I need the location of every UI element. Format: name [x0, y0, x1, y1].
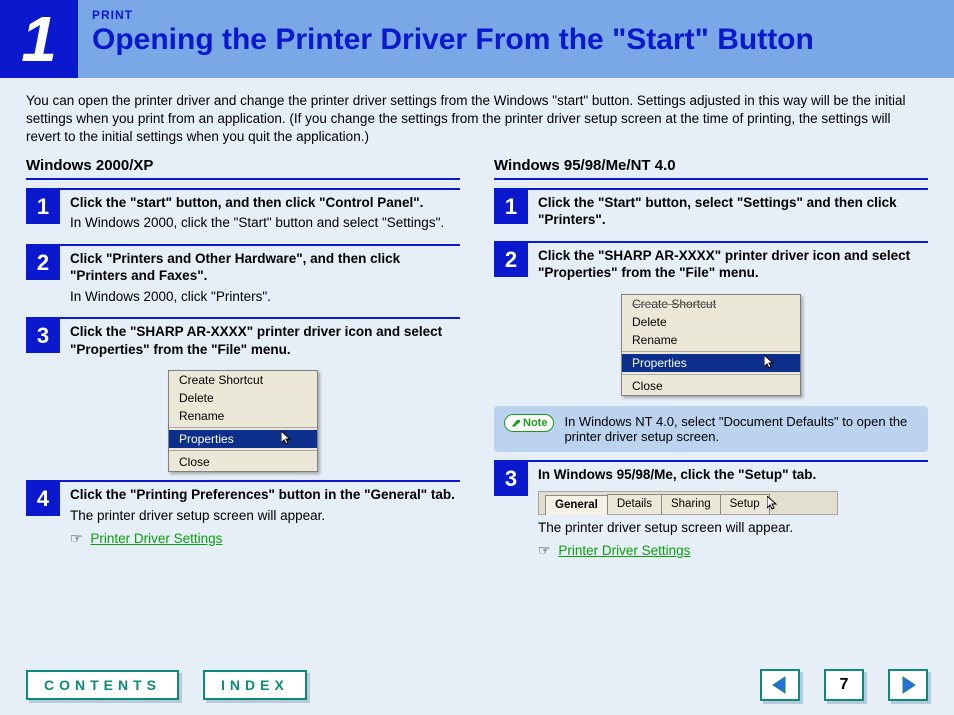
left-column-heading: Windows 2000/XP: [26, 157, 460, 180]
context-menu-separator: [169, 450, 317, 451]
prev-page-button[interactable]: [760, 669, 800, 701]
tab-strip: General Details Sharing Setup: [538, 491, 838, 515]
step-number: 1: [494, 190, 528, 224]
tab-strip-screenshot: General Details Sharing Setup: [538, 491, 838, 515]
step-subtext: The printer driver setup screen will app…: [70, 507, 455, 525]
context-menu-item-label: Properties: [632, 356, 687, 370]
tab-general: General: [545, 495, 608, 515]
context-menu-separator: [622, 351, 800, 352]
section-kicker: PRINT: [92, 8, 814, 22]
step-body: Click the "Printing Preferences" button …: [60, 482, 455, 551]
intro-paragraph: You can open the printer driver and chan…: [0, 78, 954, 153]
right-column: Windows 95/98/Me/NT 4.0 1 Click the "Sta…: [494, 157, 928, 568]
step-body: In Windows 95/98/Me, click the "Setup" t…: [528, 462, 838, 564]
cursor-icon: [764, 355, 776, 372]
chapter-number-box: 1: [0, 0, 78, 78]
step-block: 3 In Windows 95/98/Me, click the "Setup"…: [494, 460, 928, 564]
triangle-right-icon: [899, 676, 917, 694]
step-title: Click the "Start" button, select "Settin…: [538, 195, 897, 228]
columns: Windows 2000/XP 1 Click the "start" butt…: [0, 153, 954, 578]
step-block: 1 Click the "Start" button, select "Sett…: [494, 188, 928, 233]
step-body: Click the "SHARP AR-XXXX" printer driver…: [528, 243, 928, 286]
context-menu-item: Create Shortcut: [622, 295, 800, 313]
context-menu-item-selected: Properties: [622, 354, 800, 372]
printer-driver-settings-link[interactable]: Printer Driver Settings: [558, 543, 690, 558]
step-number: 4: [26, 482, 60, 516]
step-body: Click the "Start" button, select "Settin…: [528, 190, 928, 233]
context-menu-item: Rename: [622, 331, 800, 349]
context-menu-item: Close: [169, 453, 317, 471]
step-title: Click the "Printing Preferences" button …: [70, 487, 455, 502]
result-text: The printer driver setup screen will app…: [538, 519, 838, 537]
context-menu-item: Delete: [622, 313, 800, 331]
pointing-hand-icon: ☞: [538, 542, 551, 558]
step-block: 3 Click the "SHARP AR-XXXX" printer driv…: [26, 317, 460, 362]
step-title: Click the "start" button, and then click…: [70, 195, 423, 210]
step-body: Click "Printers and Other Hardware", and…: [60, 246, 460, 310]
page-title: Opening the Printer Driver From the "Sta…: [92, 24, 814, 56]
note-badge: Note: [504, 414, 554, 432]
chapter-number: 1: [21, 7, 57, 71]
context-menu-item: Create Shortcut: [169, 371, 317, 389]
index-button[interactable]: INDEX: [203, 670, 307, 700]
step-title: Click "Printers and Other Hardware", and…: [70, 251, 400, 284]
step-number: 3: [494, 462, 528, 496]
tab-setup: Setup: [720, 494, 770, 514]
context-menu-screenshot: Create Shortcut Delete Rename Properties…: [494, 294, 928, 396]
printer-driver-settings-link[interactable]: Printer Driver Settings: [90, 531, 222, 546]
note-text: In Windows NT 4.0, select "Document Defa…: [564, 414, 918, 444]
step-subtext: In Windows 2000, click "Printers".: [70, 288, 460, 306]
step-body: Click the "start" button, and then click…: [60, 190, 444, 236]
context-menu-screenshot: Create Shortcut Delete Rename Properties…: [26, 370, 460, 472]
context-menu-item-label: Properties: [179, 432, 234, 446]
step-title: Click the "SHARP AR-XXXX" printer driver…: [70, 324, 442, 357]
context-menu-separator: [169, 427, 317, 428]
step-block: 2 Click the "SHARP AR-XXXX" printer driv…: [494, 241, 928, 286]
next-page-button[interactable]: [888, 669, 928, 701]
context-menu: Create Shortcut Delete Rename Properties…: [621, 294, 801, 396]
step-subtext: In Windows 2000, click the "Start" butto…: [70, 214, 444, 232]
step-number: 2: [26, 246, 60, 280]
cursor-icon: [281, 431, 293, 448]
context-menu: Create Shortcut Delete Rename Properties…: [168, 370, 318, 472]
pointing-hand-icon: ☞: [70, 530, 83, 546]
left-column: Windows 2000/XP 1 Click the "start" butt…: [26, 157, 460, 568]
page-header: 1 PRINT Opening the Printer Driver From …: [0, 0, 954, 78]
tab-sharing: Sharing: [661, 494, 721, 514]
step-number: 3: [26, 319, 60, 353]
step-number: 2: [494, 243, 528, 277]
note-box: Note In Windows NT 4.0, select "Document…: [494, 406, 928, 452]
context-menu-item: Delete: [169, 389, 317, 407]
context-menu-item: Rename: [169, 407, 317, 425]
cursor-icon: [767, 496, 779, 515]
step-title: In Windows 95/98/Me, click the "Setup" t…: [538, 467, 816, 482]
context-menu-item: Close: [622, 377, 800, 395]
contents-button[interactable]: CONTENTS: [26, 670, 179, 700]
step-number: 1: [26, 190, 60, 224]
right-column-heading: Windows 95/98/Me/NT 4.0: [494, 157, 928, 180]
context-menu-separator: [622, 374, 800, 375]
step-body: Click the "SHARP AR-XXXX" printer driver…: [60, 319, 460, 362]
tab-details: Details: [607, 494, 662, 514]
triangle-left-icon: [771, 676, 789, 694]
step-block: 4 Click the "Printing Preferences" butto…: [26, 480, 460, 551]
header-text: PRINT Opening the Printer Driver From th…: [78, 0, 828, 78]
page-number: 7: [824, 669, 864, 701]
bottom-nav: CONTENTS INDEX 7: [0, 659, 954, 715]
context-menu-item-selected: Properties: [169, 430, 317, 448]
step-block: 1 Click the "start" button, and then cli…: [26, 188, 460, 236]
note-badge-label: Note: [523, 417, 547, 429]
step-block: 2 Click "Printers and Other Hardware", a…: [26, 244, 460, 310]
step-title: Click the "SHARP AR-XXXX" printer driver…: [538, 248, 910, 281]
